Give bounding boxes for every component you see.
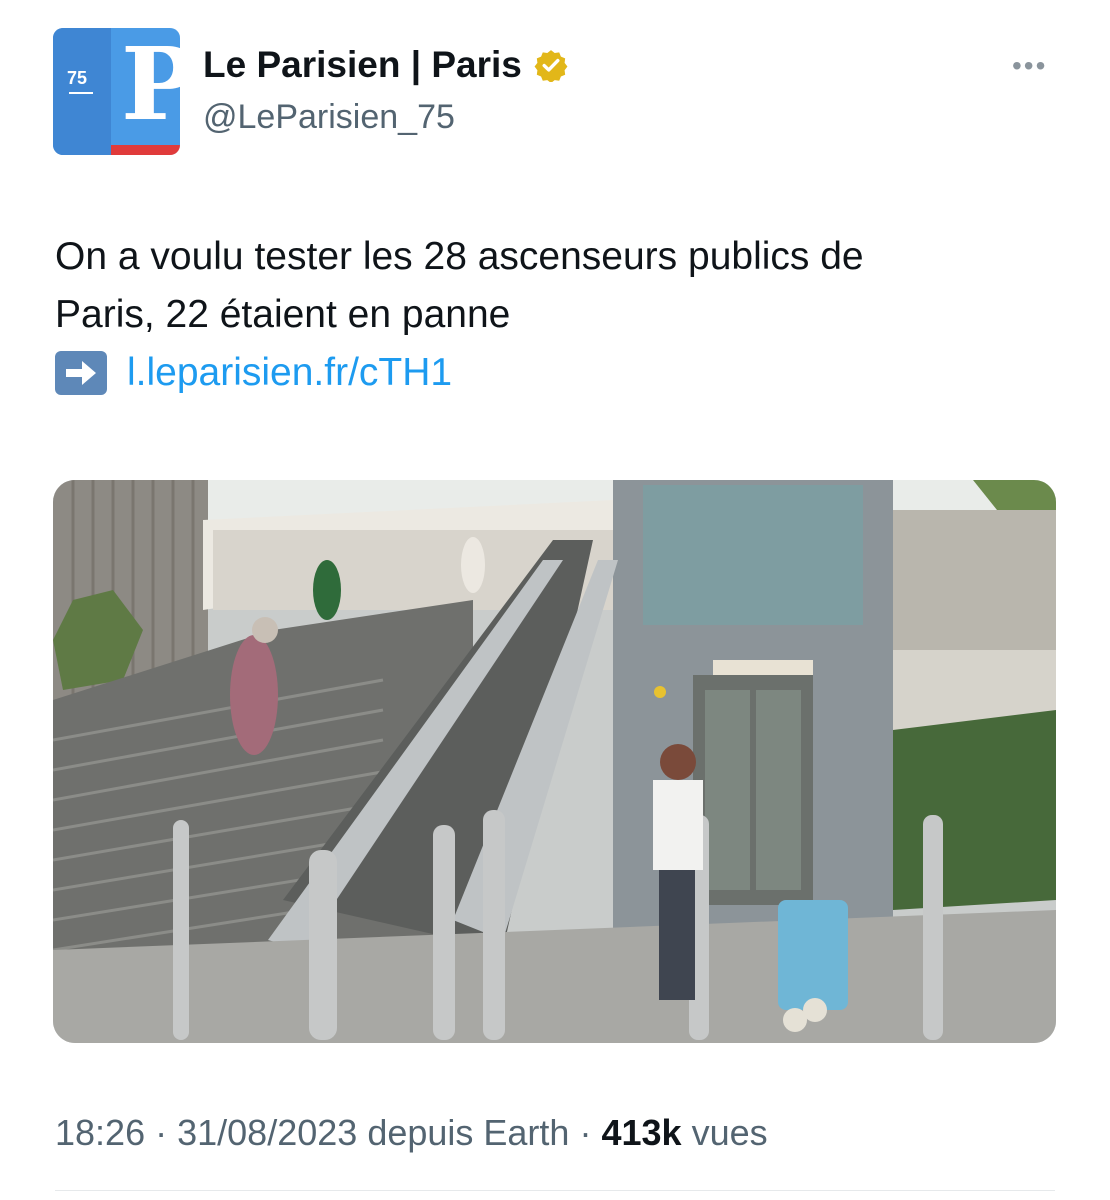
verified-badge-icon: [534, 50, 568, 82]
avatar-number-underline: [69, 92, 93, 94]
avatar-letter: P: [121, 28, 180, 143]
bottom-divider: [55, 1190, 1055, 1191]
profile-avatar[interactable]: 75 P: [53, 28, 180, 155]
tweet-meta: 18:26 · 31/08/2023 depuis Earth · 413k v…: [55, 1112, 768, 1154]
tweet-text-line-2: Paris, 22 étaient en panne: [55, 293, 511, 336]
tweet-time[interactable]: 18:26: [55, 1112, 145, 1153]
tweet-photo[interactable]: [53, 480, 1056, 1043]
avatar-red-stripe: [111, 145, 180, 155]
tweet-link[interactable]: l.leparisien.fr/cTH1: [127, 344, 452, 402]
author-name-row[interactable]: Le Parisien | Paris: [203, 44, 568, 86]
views-count: 413k: [601, 1112, 682, 1153]
meta-separator: ·: [579, 1112, 602, 1153]
avatar-number: 75: [67, 68, 88, 88]
views-label: vues: [691, 1112, 768, 1153]
tweet-text-line-1: On a voulu tester les 28 ascenseurs publ…: [55, 235, 864, 278]
escalator-photo-illustration: [53, 480, 1056, 1043]
author-handle[interactable]: @LeParisien_75: [203, 98, 455, 137]
tweet-date[interactable]: 31/08/2023: [177, 1112, 357, 1153]
meta-separator: ·: [155, 1112, 178, 1153]
right-arrow-icon: [55, 351, 107, 395]
author-display-name[interactable]: Le Parisien | Paris: [203, 44, 522, 86]
tweet-link-row: l.leparisien.fr/cTH1: [55, 344, 1065, 402]
more-options-icon[interactable]: •••: [1012, 50, 1047, 82]
tweet-source: depuis Earth: [367, 1112, 570, 1153]
tweet-text: On a voulu tester les 28 ascenseurs publ…: [55, 228, 1065, 402]
